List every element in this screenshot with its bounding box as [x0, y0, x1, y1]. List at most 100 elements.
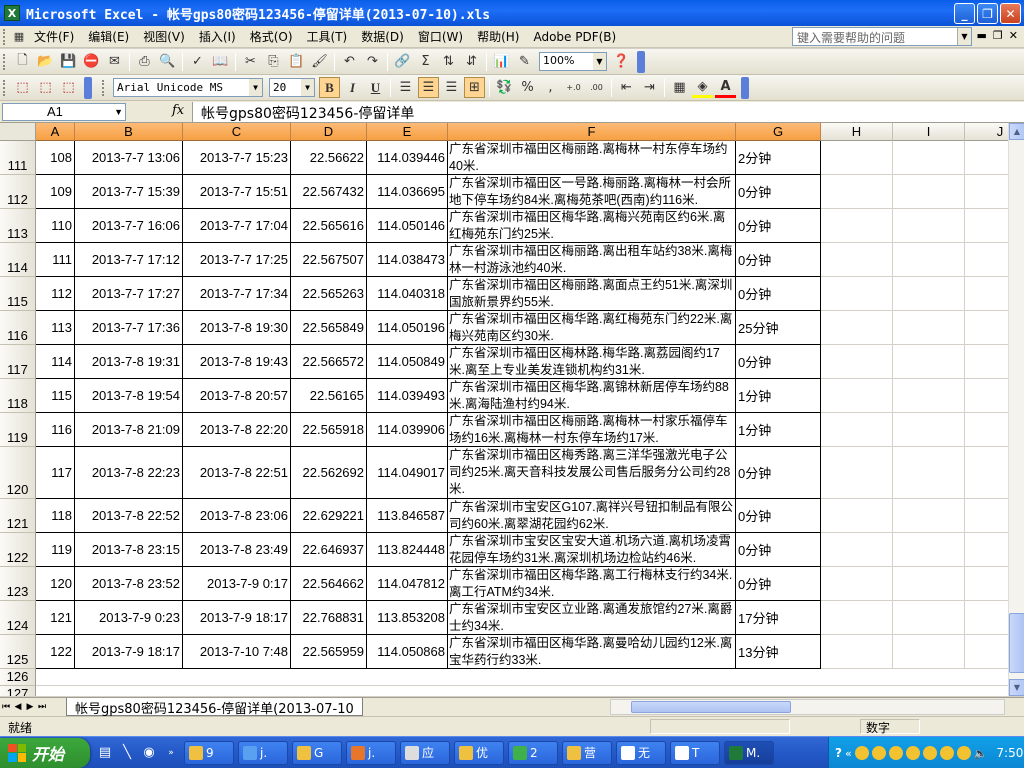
cell-b[interactable]: 2013-7-8 21:09 — [75, 413, 183, 447]
cell-g[interactable]: 0分钟 — [736, 243, 821, 277]
italic-button[interactable]: I — [342, 77, 363, 98]
workbook-restore-icon[interactable]: ❐ — [993, 29, 1003, 42]
row-header[interactable]: 112 — [0, 175, 36, 209]
help-question-input[interactable]: 键入需要帮助的问题 ▼ — [792, 27, 972, 46]
toolbar-grip[interactable] — [3, 53, 7, 70]
cell-a[interactable]: 113 — [36, 311, 75, 345]
cell-a[interactable]: 115 — [36, 379, 75, 413]
column-header-g[interactable]: G — [736, 123, 821, 141]
currency-icon[interactable]: 💱 — [494, 77, 515, 98]
qq-icon[interactable] — [939, 746, 954, 760]
autosum-icon[interactable]: Σ — [415, 51, 436, 72]
taskbar-button-t[interactable]: T — [670, 740, 720, 765]
toolbar-options-icon[interactable] — [637, 50, 645, 73]
cell-f[interactable]: 广东省深圳市福田区梅丽路.离梅林一村家乐福停车场约16米.离梅林一村东停车场约1… — [448, 413, 736, 447]
cell-b[interactable]: 2013-7-8 19:54 — [75, 379, 183, 413]
font-color-button[interactable]: A — [715, 77, 736, 98]
cell-d[interactable]: 22.56165 — [291, 379, 367, 413]
workbook-icon[interactable]: ▦ — [12, 26, 26, 47]
cell-e[interactable]: 114.050196 — [367, 311, 448, 345]
cell-c[interactable]: 2013-7-9 18:17 — [183, 601, 291, 635]
menu-window[interactable]: 窗口(W) — [411, 28, 470, 45]
quicklaunch-tool-icon[interactable]: ╲ — [116, 742, 138, 764]
help-tray-icon[interactable]: ? — [835, 746, 842, 760]
qq-icon[interactable] — [922, 746, 937, 760]
cell-g[interactable]: 0分钟 — [736, 345, 821, 379]
taskbar-button-folders[interactable]: 9 — [184, 740, 234, 765]
percent-style-button[interactable]: % — [517, 77, 538, 98]
cell-d[interactable]: 22.567507 — [291, 243, 367, 277]
row-header[interactable]: 117 — [0, 345, 36, 379]
cell-g[interactable]: 0分钟 — [736, 447, 821, 499]
menu-help[interactable]: 帮助(H) — [470, 28, 526, 45]
column-header-e[interactable]: E — [367, 123, 448, 141]
cell-b[interactable]: 2013-7-7 17:36 — [75, 311, 183, 345]
cell-g[interactable]: 0分钟 — [736, 533, 821, 567]
cell-e[interactable]: 114.050849 — [367, 345, 448, 379]
cell-a[interactable]: 120 — [36, 567, 75, 601]
close-button[interactable]: ✕ — [1000, 3, 1021, 24]
cell-c[interactable]: 2013-7-8 23:49 — [183, 533, 291, 567]
menu-insert[interactable]: 插入(I) — [192, 28, 243, 45]
first-sheet-icon[interactable]: ⏮ — [0, 702, 12, 712]
new-document-icon[interactable]: 🗋 — [12, 51, 33, 72]
menu-tools[interactable]: 工具(T) — [300, 28, 355, 45]
cell-f[interactable]: 广东省深圳市宝安区G107.离祥兴号钮扣制品有限公司约60米.离翠湖花园约62米… — [448, 499, 736, 533]
row-header[interactable]: 121 — [0, 499, 36, 533]
decrease-decimal-button[interactable]: .00 — [586, 77, 607, 98]
cell-g[interactable]: 0分钟 — [736, 499, 821, 533]
drawing-icon[interactable]: ✎ — [514, 51, 535, 72]
cell-f[interactable]: 广东省深圳市福田区梅华路.离工行梅林支行约34米.离工行ATM约34米. — [448, 567, 736, 601]
insert-function-icon[interactable]: fx — [172, 103, 184, 118]
row-header[interactable]: 126 — [0, 669, 36, 686]
row-header[interactable]: 123 — [0, 567, 36, 601]
cell-c[interactable]: 2013-7-8 20:57 — [183, 379, 291, 413]
underline-button[interactable]: U — [365, 77, 386, 98]
cell-d[interactable]: 22.564662 — [291, 567, 367, 601]
start-button[interactable]: 开始 — [0, 737, 90, 768]
increase-decimal-button[interactable]: +.0 — [563, 77, 584, 98]
cell-g[interactable]: 2分钟 — [736, 141, 821, 175]
cell-b[interactable]: 2013-7-8 23:15 — [75, 533, 183, 567]
print-preview-icon[interactable]: 🔍 — [157, 51, 178, 72]
cell-b[interactable]: 2013-7-7 17:12 — [75, 243, 183, 277]
chart-wizard-icon[interactable]: 📊 — [491, 51, 512, 72]
cell-f[interactable]: 广东省深圳市福田区梅华路.离红梅苑东门约22米.离梅兴苑南区约30米. — [448, 311, 736, 345]
comma-style-button[interactable]: , — [540, 77, 561, 98]
cell-g[interactable]: 17分钟 — [736, 601, 821, 635]
cell-d[interactable]: 22.562692 — [291, 447, 367, 499]
cell-c[interactable]: 2013-7-9 0:17 — [183, 567, 291, 601]
cell-b[interactable]: 2013-7-7 16:06 — [75, 209, 183, 243]
taskbar-button-you[interactable]: 优 — [454, 740, 504, 765]
row-header[interactable]: 124 — [0, 601, 36, 635]
cell-a[interactable]: 122 — [36, 635, 75, 669]
cell-d[interactable]: 22.565849 — [291, 311, 367, 345]
menu-file[interactable]: 文件(F) — [27, 28, 81, 45]
cell-d[interactable]: 22.565616 — [291, 209, 367, 243]
scroll-down-icon[interactable]: ▼ — [1009, 679, 1024, 696]
cell-f[interactable]: 广东省深圳市宝安区宝安大道.机场六道.离机场凌霄花园停车场约31米.离深圳机场边… — [448, 533, 736, 567]
column-header-f[interactable]: F — [448, 123, 736, 141]
vertical-scrollbar[interactable]: ▲ ▼ — [1008, 123, 1024, 696]
title-bar[interactable]: X Microsoft Excel - 帐号gps80密码123456-停留详单… — [0, 0, 1024, 26]
taskbar-button-wu[interactable]: 无 — [616, 740, 666, 765]
next-sheet-icon[interactable]: ▶ — [24, 702, 36, 712]
cell-a[interactable]: 108 — [36, 141, 75, 175]
horizontal-scroll-thumb[interactable] — [631, 701, 791, 713]
taskbar-button-2[interactable]: 2 — [508, 740, 558, 765]
row-header[interactable]: 111 — [0, 141, 36, 175]
cell-e[interactable]: 114.039493 — [367, 379, 448, 413]
sort-descending-icon[interactable]: ⇵ — [461, 51, 482, 72]
scroll-up-icon[interactable]: ▲ — [1009, 123, 1024, 140]
menu-data[interactable]: 数据(D) — [354, 28, 411, 45]
cell-c[interactable]: 2013-7-7 15:23 — [183, 141, 291, 175]
cell-e[interactable]: 114.049017 — [367, 447, 448, 499]
paste-icon[interactable]: 📋 — [286, 51, 307, 72]
cell-d[interactable]: 22.565918 — [291, 413, 367, 447]
cut-icon[interactable]: ✂ — [240, 51, 261, 72]
taskbar-button-app[interactable]: 应 — [400, 740, 450, 765]
row-header[interactable]: 119 — [0, 413, 36, 447]
qq-icon[interactable] — [871, 746, 886, 760]
cell-a[interactable]: 112 — [36, 277, 75, 311]
cell-e[interactable]: 114.036695 — [367, 175, 448, 209]
